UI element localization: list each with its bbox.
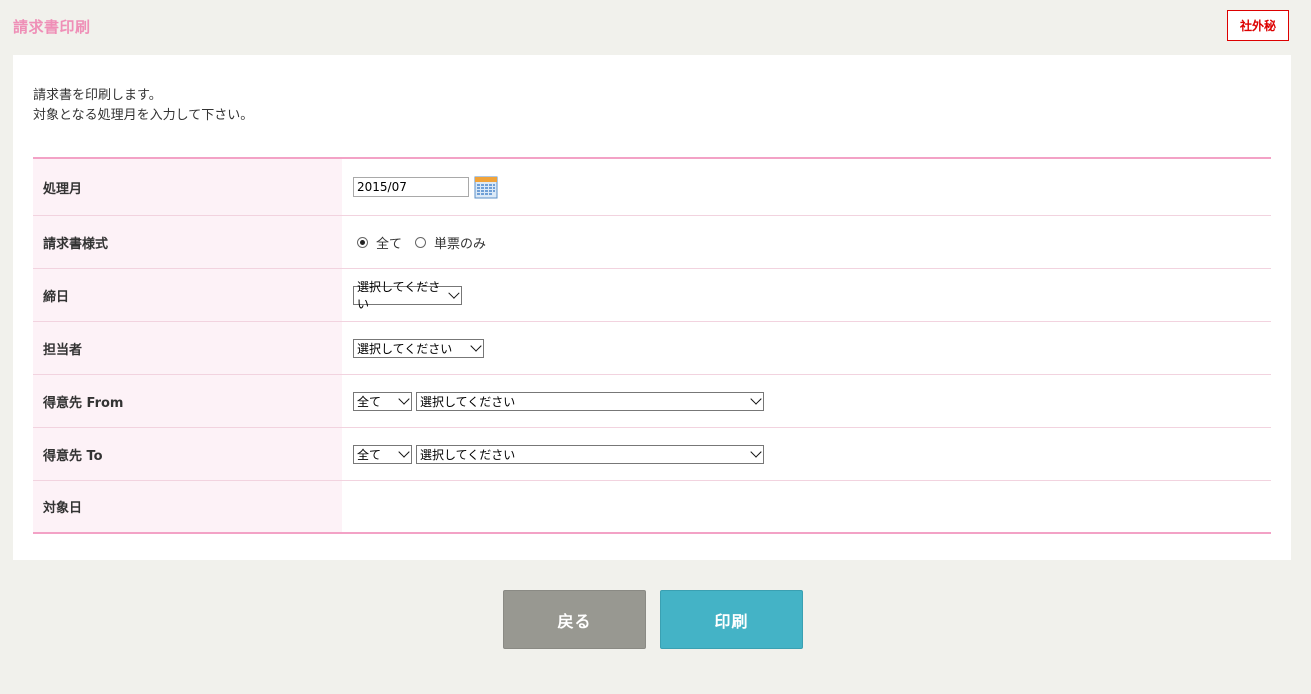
radio-single-only-label: 単票のみ	[434, 236, 487, 252]
row-customer-to: 得意先 To 全て 選択してください	[33, 428, 1271, 481]
form-table: 処理月 2015/07 請求書様式 全て 単票のみ 締日 選択してください 担当…	[33, 157, 1271, 534]
target-date-label: 対象日	[33, 481, 342, 532]
invoice-style-label: 請求書様式	[33, 216, 342, 268]
confidential-badge: 社外秘	[1227, 10, 1289, 41]
calendar-icon[interactable]	[474, 175, 498, 199]
row-staff: 担当者 選択してください	[33, 322, 1271, 375]
customer-to-select[interactable]: 選択してください	[416, 444, 764, 464]
back-button[interactable]: 戻る	[503, 590, 646, 649]
closing-day-select[interactable]: 選択してください	[353, 280, 462, 311]
intro-text: 請求書を印刷します。 対象となる処理月を入力して下さい。	[33, 86, 253, 126]
closing-day-label: 締日	[33, 269, 342, 321]
radio-all-button[interactable]	[357, 236, 368, 248]
row-processing-month: 処理月	[33, 159, 1271, 216]
page-title: 請求書印刷	[13, 18, 91, 36]
customer-from-select[interactable]: 選択してください	[416, 391, 764, 411]
chevron-down-icon	[750, 446, 762, 458]
customer-from-select-value: 選択してください	[420, 394, 516, 409]
radio-single-only-button[interactable]	[415, 236, 427, 248]
chevron-down-icon	[398, 393, 410, 405]
target-date-value	[342, 481, 1271, 532]
customer-from-label: 得意先 From	[33, 375, 342, 427]
processing-month-input[interactable]	[353, 177, 469, 197]
row-invoice-style: 請求書様式 全て 単票のみ	[33, 216, 1271, 269]
customer-to-select-value: 選択してください	[420, 447, 516, 462]
customer-to-type-select[interactable]: 全て	[353, 444, 412, 464]
processing-month-label: 処理月	[33, 159, 342, 215]
intro-line-2: 対象となる処理月を入力して下さい。	[33, 108, 254, 123]
row-target-date: 対象日	[33, 481, 1271, 532]
closing-day-select-value: 選択してください	[357, 280, 441, 311]
staff-select-value: 選択してください	[357, 341, 453, 356]
chevron-down-icon	[750, 393, 762, 405]
staff-label: 担当者	[33, 322, 342, 374]
staff-select[interactable]: 選択してください	[353, 338, 484, 358]
customer-to-type-value: 全て	[357, 447, 382, 462]
print-button[interactable]: 印刷	[660, 590, 803, 649]
chevron-down-icon	[448, 287, 460, 299]
radio-all-label: 全て	[376, 236, 403, 252]
customer-from-type-value: 全て	[357, 394, 382, 409]
radio-single-only[interactable]: 単票のみ	[415, 233, 486, 252]
form-panel: 請求書を印刷します。 対象となる処理月を入力して下さい。 処理月 2015/07…	[13, 55, 1291, 560]
customer-from-type-select[interactable]: 全て	[353, 391, 412, 411]
chevron-down-icon	[470, 340, 482, 352]
row-customer-from: 得意先 From 全て 選択してください	[33, 375, 1271, 428]
customer-to-label: 得意先 To	[33, 428, 342, 480]
intro-line-1: 請求書を印刷します。	[33, 88, 162, 103]
row-closing-day: 締日 選択してください	[33, 269, 1271, 322]
radio-all[interactable]: 全て	[357, 233, 402, 252]
chevron-down-icon	[398, 446, 410, 458]
